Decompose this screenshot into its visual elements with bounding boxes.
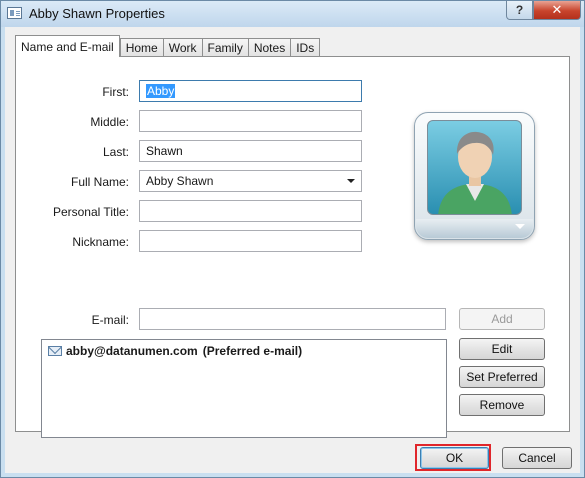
tab-work[interactable]: Work [162,38,202,57]
nickname-field[interactable] [139,230,362,252]
add-button[interactable]: Add [459,308,545,330]
cancel-button[interactable]: Cancel [502,447,572,469]
full-name-dropdown[interactable]: Abby Shawn [139,170,362,192]
middle-label: Middle: [90,115,129,129]
tab-notes[interactable]: Notes [247,38,291,57]
tab-ids[interactable]: IDs [290,38,321,57]
email-list[interactable]: abby@datanumen.com (Preferred e-mail) [41,339,447,438]
mail-icon [48,346,62,356]
dialog-client: Name and E-mail Home Work Family Notes I… [5,27,580,473]
picture-options[interactable] [416,219,533,238]
contact-picture[interactable] [414,112,535,240]
email-preferred-note: (Preferred e-mail) [202,344,303,358]
last-name-field[interactable] [139,140,362,162]
tab-home[interactable]: Home [119,38,163,57]
email-label: E-mail: [91,313,129,327]
chevron-down-icon [515,224,525,229]
full-name-label: Full Name: [70,175,129,189]
tab-name-and-email[interactable]: Name and E-mail [15,35,120,57]
chevron-down-icon [347,179,355,183]
window-title: Abby Shawn Properties [29,6,165,21]
middle-name-field[interactable] [139,110,362,132]
help-button[interactable]: ? [506,1,533,20]
full-name-value: Abby Shawn [146,174,214,188]
properties-window: Abby Shawn Properties ? ✕ Name and E-mai… [0,0,585,478]
name-email-panel: First: Abby Middle: Last: Full Name: Abb… [15,56,570,438]
tab-family[interactable]: Family [201,38,248,57]
tab-strip: Name and E-mail Home Work Family Notes I… [15,35,321,57]
email-field[interactable] [139,308,446,330]
person-silhouette-icon [427,120,522,215]
nickname-label: Nickname: [72,235,129,249]
first-name-field[interactable]: Abby [139,80,362,102]
set-preferred-button[interactable]: Set Preferred [459,366,545,388]
personal-title-label: Personal Title: [52,205,129,219]
email-address: abby@datanumen.com [66,344,198,358]
personal-title-field[interactable] [139,200,362,222]
close-button[interactable]: ✕ [533,1,581,20]
edit-button[interactable]: Edit [459,338,545,360]
title-bar: Abby Shawn Properties ? ✕ [1,1,584,27]
remove-button[interactable]: Remove [459,394,545,416]
contact-card-icon [7,7,22,19]
first-label: First: [102,85,129,99]
last-label: Last: [102,145,129,159]
ok-button[interactable]: OK [420,447,489,469]
first-name-value: Abby [146,84,176,98]
list-item[interactable]: abby@datanumen.com (Preferred e-mail) [48,344,302,358]
